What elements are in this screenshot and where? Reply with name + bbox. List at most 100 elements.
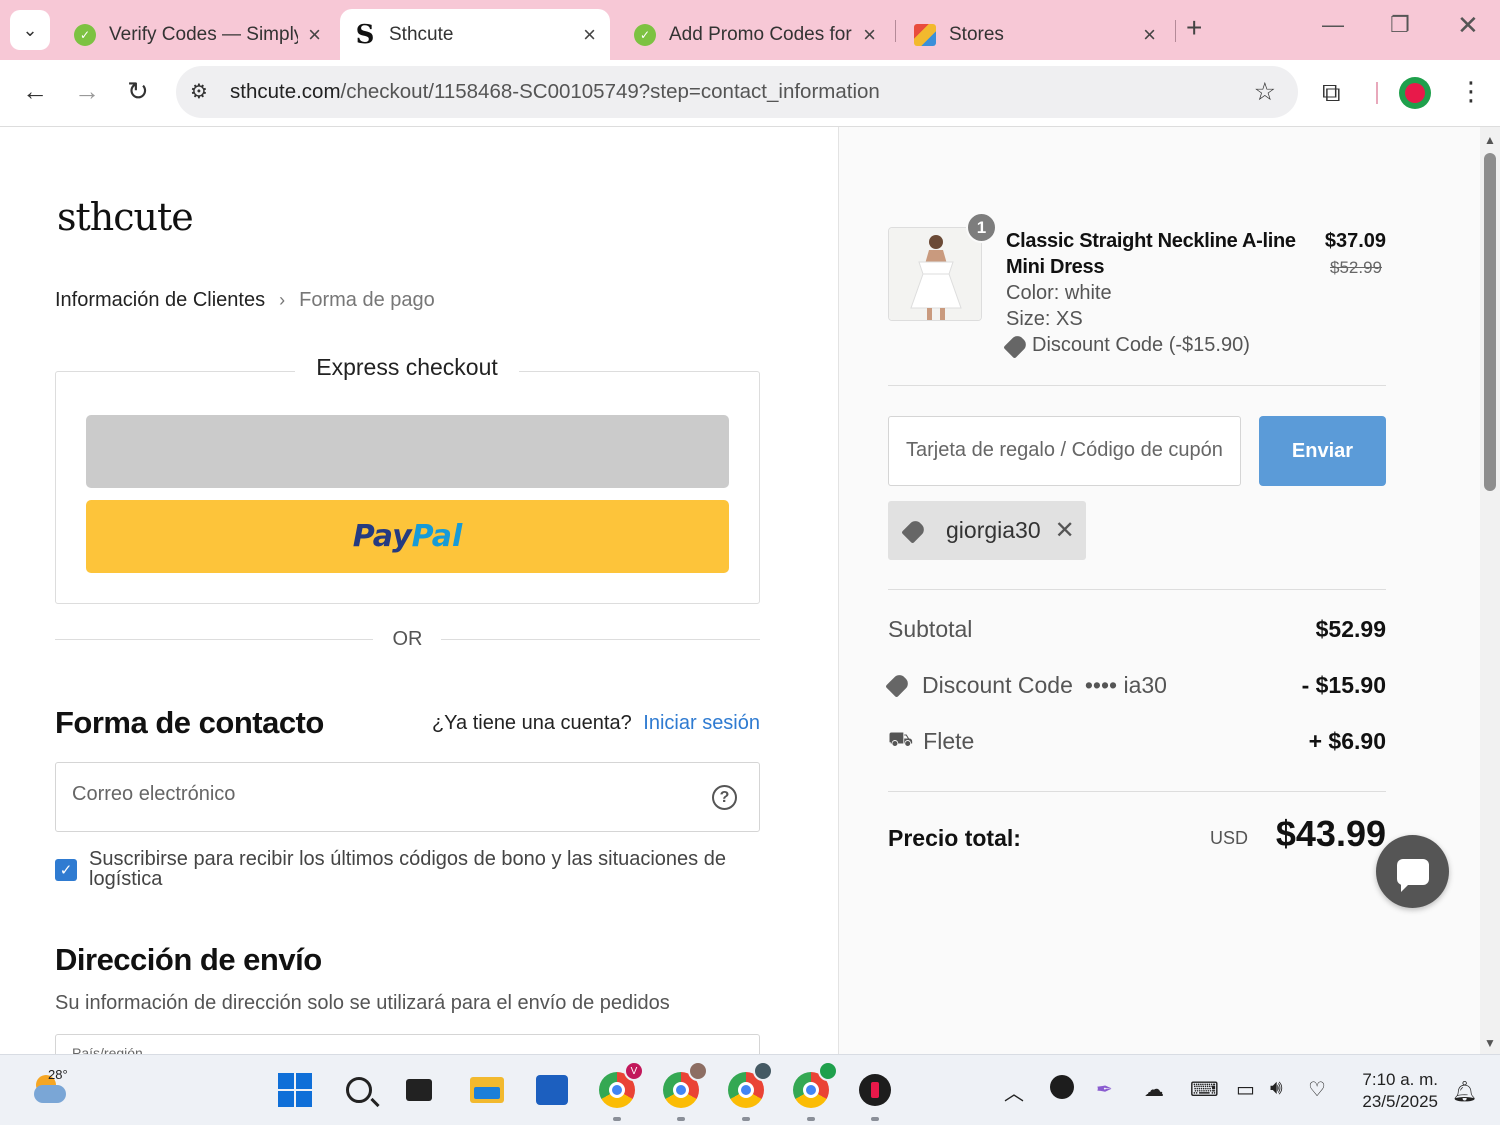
close-tab-icon[interactable]: × [863,22,876,48]
remove-coupon-icon[interactable]: ✕ [1055,516,1075,545]
discount-tag-icon [1003,332,1029,359]
page-scrollbar[interactable]: ▲ ▼ [1480,127,1500,1054]
chrome-profile-1-button[interactable]: V [598,1061,644,1121]
running-indicator [871,1117,879,1121]
clock-time: 7:10 a. m. [1362,1070,1438,1089]
product-discount-text: Discount Code (-$15.90) [1032,334,1250,356]
stores-favicon-icon [914,23,936,46]
system-clock[interactable]: 7:10 a. m. 23/5/2025 [1352,1069,1438,1113]
feather-pen-icon[interactable]: ✒ [1096,1077,1113,1102]
minimize-window-icon[interactable]: — [1322,12,1344,38]
tab-stores[interactable]: Stores × [900,9,1170,60]
weather-widget[interactable]: 28° [30,1067,70,1107]
clock-date: 23/5/2025 [1362,1092,1438,1111]
forward-arrow-icon[interactable]: → [74,76,100,107]
subscribe-label[interactable]: Suscribirse para recibir los últimos cód… [89,849,760,889]
country-label: País/región [72,1045,143,1054]
restore-window-icon[interactable]: ❐ [1390,12,1410,38]
paypal-button[interactable]: Pay Pal [86,500,729,573]
subscribe-checkbox[interactable]: ✓ [55,859,77,881]
total-label: Precio total: [888,825,1021,851]
close-tab-icon[interactable]: × [583,22,596,48]
scrollbar-thumb[interactable] [1484,153,1496,491]
battery-saver-icon[interactable]: ♡ [1308,1077,1326,1102]
browser-menu-kebab-icon[interactable]: ⋮ [1458,76,1484,107]
verify-codes-favicon-icon: ✓ [74,23,96,46]
coupon-submit-button[interactable]: Enviar [1259,416,1386,486]
shipping-address-subtitle: Su información de dirección solo se util… [55,992,670,1014]
or-divider: OR [55,627,760,653]
coupon-input[interactable] [906,439,1226,462]
applied-coupon-chip: giorgia30 ✕ [888,501,1086,560]
folder-icon [470,1077,504,1103]
breadcrumb-customer-info[interactable]: Información de Clientes [55,289,265,312]
running-indicator [742,1117,750,1121]
product-discount: Discount Code (-$15.90) [1003,332,1250,359]
tab-sthcute[interactable]: S Sthcute × [340,9,610,60]
running-indicator [677,1117,685,1121]
discount-value: - $15.90 [1301,671,1386,698]
file-explorer-button[interactable] [468,1071,506,1109]
bookmark-star-icon[interactable]: ☆ [1254,77,1276,107]
reload-icon[interactable]: ↻ [127,76,149,107]
browser-tab-strip: ⌄ ✓ Verify Codes — Simply × S Sthcute × … [0,0,1500,60]
tab-verify-codes[interactable]: ✓ Verify Codes — Simply × [60,9,335,60]
volume-icon[interactable]: 🔊︎ [1270,1077,1283,1100]
task-view-button[interactable] [400,1071,438,1109]
start-button[interactable] [276,1071,314,1109]
tab-search-chevron-icon[interactable]: ⌄ [10,10,50,50]
total-value: $43.99 [1275,813,1386,854]
close-tab-icon[interactable]: × [1143,22,1156,48]
chat-widget-button[interactable] [1376,835,1449,908]
email-field[interactable] [72,783,672,806]
microsoft-store-button[interactable] [533,1071,571,1109]
taskbar-search-button[interactable] [340,1071,378,1109]
country-select[interactable]: País/región [55,1034,760,1054]
new-tab-plus-icon[interactable]: + [1186,12,1202,44]
notifications-bell-icon[interactable]: 🔔︎ [1452,1079,1477,1104]
scroll-down-arrow-icon[interactable]: ▼ [1484,1036,1496,1050]
network-icon[interactable]: ▭ [1236,1077,1255,1102]
onedrive-offline-icon[interactable]: ☁ [1144,1077,1164,1102]
has-account-prompt: ¿Ya tiene una cuenta? Iniciar sesión [432,712,760,735]
cloud-icon [34,1085,66,1103]
scroll-up-arrow-icon[interactable]: ▲ [1484,133,1496,147]
paypal-logo-pay: Pay [352,519,412,554]
contact-section-title: Forma de contacto [55,705,324,740]
url-path: /checkout/1158468-SC00105749?step=contac… [340,80,880,103]
tab-add-promo-codes[interactable]: ✓ Add Promo Codes for × [620,9,890,60]
dark-app-button[interactable] [856,1071,894,1121]
back-arrow-icon[interactable]: ← [22,76,48,107]
profile-avatar-icon[interactable] [1399,77,1431,109]
chrome-profile-2-button[interactable] [662,1061,708,1121]
shipping-value: + $6.90 [1308,727,1386,754]
running-indicator [613,1117,621,1121]
shipping-row: ⛟ Flete + $6.90 [888,726,1386,756]
total-currency: USD [1209,828,1248,848]
tab-title: Verify Codes — Simply [109,23,299,45]
site-settings-icon[interactable]: ⚙ [190,79,208,104]
profile-badge-icon [818,1061,838,1081]
summary-divider [888,385,1386,386]
extensions-puzzle-icon[interactable]: ⧉ [1322,77,1341,109]
close-tab-icon[interactable]: × [308,22,321,48]
url-host: sthcute.com [230,80,341,103]
close-window-icon[interactable]: ✕ [1457,10,1479,41]
breadcrumb: Información de Clientes › Forma de pago [55,289,435,312]
url-text[interactable]: sthcute.com/checkout/1158468-SC00105749?… [230,80,880,104]
help-question-icon[interactable]: ? [712,785,737,810]
keyboard-icon[interactable]: ⌨ [1190,1077,1219,1102]
show-hidden-icons-chevron-icon[interactable]: ︿ [1004,1077,1024,1106]
chrome-profile-3-button[interactable] [727,1061,773,1121]
tray-app-icon[interactable] [1050,1075,1074,1099]
email-field-container: ? [55,762,760,832]
address-bar[interactable]: ⚙ sthcute.com/checkout/1158468-SC0010574… [176,66,1298,118]
express-pay-placeholder-button[interactable] [86,415,729,488]
has-account-text: ¿Ya tiene una cuenta? [431,712,632,734]
profile-badge-icon [753,1061,773,1081]
login-link[interactable]: Iniciar sesión [643,712,760,734]
store-logo[interactable]: sthcute [57,195,194,239]
tab-title: Add Promo Codes for [669,23,852,45]
discount-row: Discount Code •••• ia30 - $15.90 [885,670,1386,700]
chrome-profile-4-button[interactable] [792,1061,838,1121]
